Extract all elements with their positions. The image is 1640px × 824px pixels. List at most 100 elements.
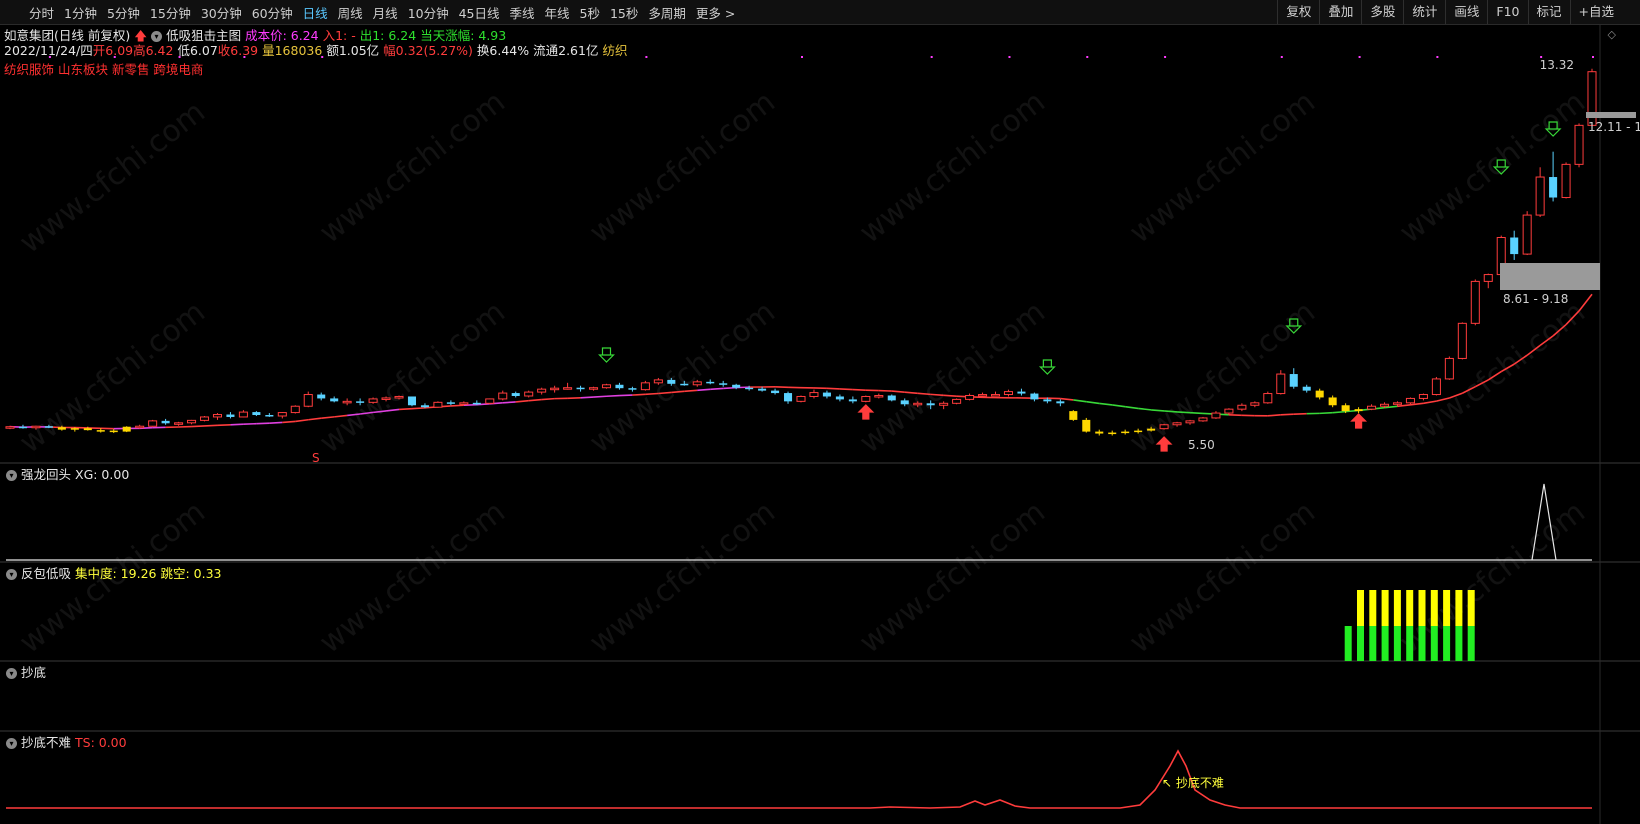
candle-body-96: [1250, 402, 1260, 406]
candle-body-2: [31, 425, 41, 429]
candle-body-11: [148, 420, 158, 427]
ma-segment-28: [360, 411, 374, 415]
panel-1-toggle-icon[interactable]: ▾: [6, 470, 17, 481]
ma-segment-64: [826, 387, 840, 390]
panel-2-bar-yellow-7: [1443, 590, 1451, 626]
candle-body-41: [537, 388, 547, 393]
candle-body-28: [368, 398, 378, 403]
panel-2-bar-yellow-9: [1467, 590, 1475, 626]
panel-2-name: 反包低吸: [21, 566, 72, 581]
candle-body-53: [692, 381, 702, 386]
ma-segment-24: [308, 417, 322, 421]
candle-body-116: [1510, 237, 1519, 255]
top-dot-9: [1086, 56, 1089, 58]
candle-body-27: [356, 401, 365, 403]
panel-2-bar-green-5: [1418, 626, 1426, 661]
ma-segment-52: [671, 390, 685, 394]
top-dot-3: [243, 56, 246, 58]
top-dot-7: [930, 56, 933, 58]
panel-3-title[interactable]: ▾ 抄底: [6, 662, 46, 681]
sell-arrow-icon-2: [1285, 318, 1303, 334]
kline-chart[interactable]: 13.32 12.11 - 1 8.61 - 9.18 5.50 S: [0, 0, 1640, 824]
ma-segment-47: [606, 394, 620, 398]
candle-body-89: [1159, 424, 1169, 430]
candle-body-9: [122, 426, 131, 432]
panel-3-toggle-icon[interactable]: ▾: [6, 668, 17, 679]
panel-2-bar-yellow-8: [1455, 590, 1463, 626]
candle-body-22: [290, 405, 300, 414]
ma-segment-54: [697, 388, 711, 392]
candle-body-8: [109, 430, 118, 433]
panel-4-name: 抄底不难: [21, 735, 72, 750]
sell-arrow-icon-3: [1492, 159, 1510, 175]
panel-2-bar-green-9: [1467, 626, 1475, 661]
candle-body-15: [199, 416, 210, 421]
candle-body-58: [758, 388, 767, 391]
candle-body-13: [174, 422, 184, 425]
ma-segment-112: [1449, 392, 1463, 399]
ma-segment-29: [372, 410, 387, 414]
ma-segment-109: [1410, 402, 1424, 406]
ma-segment-98: [1267, 414, 1281, 417]
candle-body-31: [407, 396, 417, 406]
candle-body-100: [1302, 386, 1311, 391]
candle-body-24: [317, 394, 326, 399]
candle-body-80: [1043, 399, 1052, 402]
sell-arrow-icon-0: [598, 347, 615, 363]
candle-body-67: [874, 395, 884, 398]
candle-body-82: [1069, 411, 1078, 420]
candle-body-40: [524, 391, 534, 397]
candle-body-121: [1574, 124, 1584, 165]
candle-body-59: [771, 390, 780, 394]
candle-body-78: [1017, 391, 1026, 394]
candle-body-90: [1172, 422, 1182, 426]
top-dot-0: [48, 56, 51, 58]
sell-arrow-icon-1: [1038, 359, 1056, 375]
ma-segment-23: [295, 418, 309, 423]
panel-4-title[interactable]: ▾ 抄底不难 TS: 0.00: [6, 732, 127, 751]
candle-body-55: [719, 383, 728, 385]
ma-segment-22: [282, 420, 296, 424]
panel-2-bar-green-4: [1406, 626, 1414, 661]
candle-body-37: [485, 398, 495, 404]
panel-2-concentration: 集中度: 19.26: [75, 566, 157, 581]
candle-body-54: [706, 381, 715, 384]
top-dot-8: [1008, 56, 1011, 58]
top-dot-4: [321, 56, 324, 58]
ma-segment-56: [723, 386, 737, 390]
ma-segment-42: [541, 397, 555, 401]
panel-2-bar-yellow-5: [1418, 590, 1426, 626]
candle-body-33: [433, 401, 443, 408]
candle-body-72: [939, 402, 949, 406]
candle-body-62: [809, 392, 819, 397]
panel-2-title[interactable]: ▾ 反包低吸 集中度: 19.26 跳空: 0.33: [6, 563, 222, 582]
candle-body-4: [57, 427, 66, 430]
candle-body-103: [1341, 405, 1350, 412]
ma-segment-73: [943, 394, 957, 397]
panel-3-name: 抄底: [21, 665, 47, 680]
ma-segment-32: [411, 407, 426, 410]
panel-4-toggle-icon[interactable]: ▾: [6, 738, 17, 749]
top-dot-15: [1592, 56, 1594, 58]
buy-arrow-icon-2: [1350, 413, 1368, 429]
ma-segment-15: [191, 425, 205, 428]
ma-segment-44: [567, 396, 581, 400]
ma-segment-27: [347, 413, 361, 417]
ma-segment-108: [1397, 404, 1411, 408]
panel-2-toggle-icon[interactable]: ▾: [6, 569, 17, 580]
candle-body-7: [96, 430, 105, 432]
candle-body-57: [745, 387, 754, 390]
panel-2-bar-green-extra: [1344, 626, 1352, 661]
zone-lower-label: 8.61 - 9.18: [1503, 292, 1568, 306]
panel-1-title[interactable]: ▾ 强龙回头 XG: 0.00: [6, 464, 129, 483]
candle-body-93: [1211, 412, 1221, 419]
ma-segment-111: [1436, 397, 1450, 402]
candle-body-66: [861, 395, 871, 402]
ma-segment-113: [1461, 385, 1476, 394]
candle-body-49: [640, 382, 650, 391]
candle-body-50: [653, 379, 663, 384]
ma-segment-53: [684, 389, 698, 393]
candle-body-61: [796, 395, 806, 402]
panel-2-bar-yellow-6: [1430, 590, 1438, 626]
candle-body-26: [342, 400, 352, 404]
